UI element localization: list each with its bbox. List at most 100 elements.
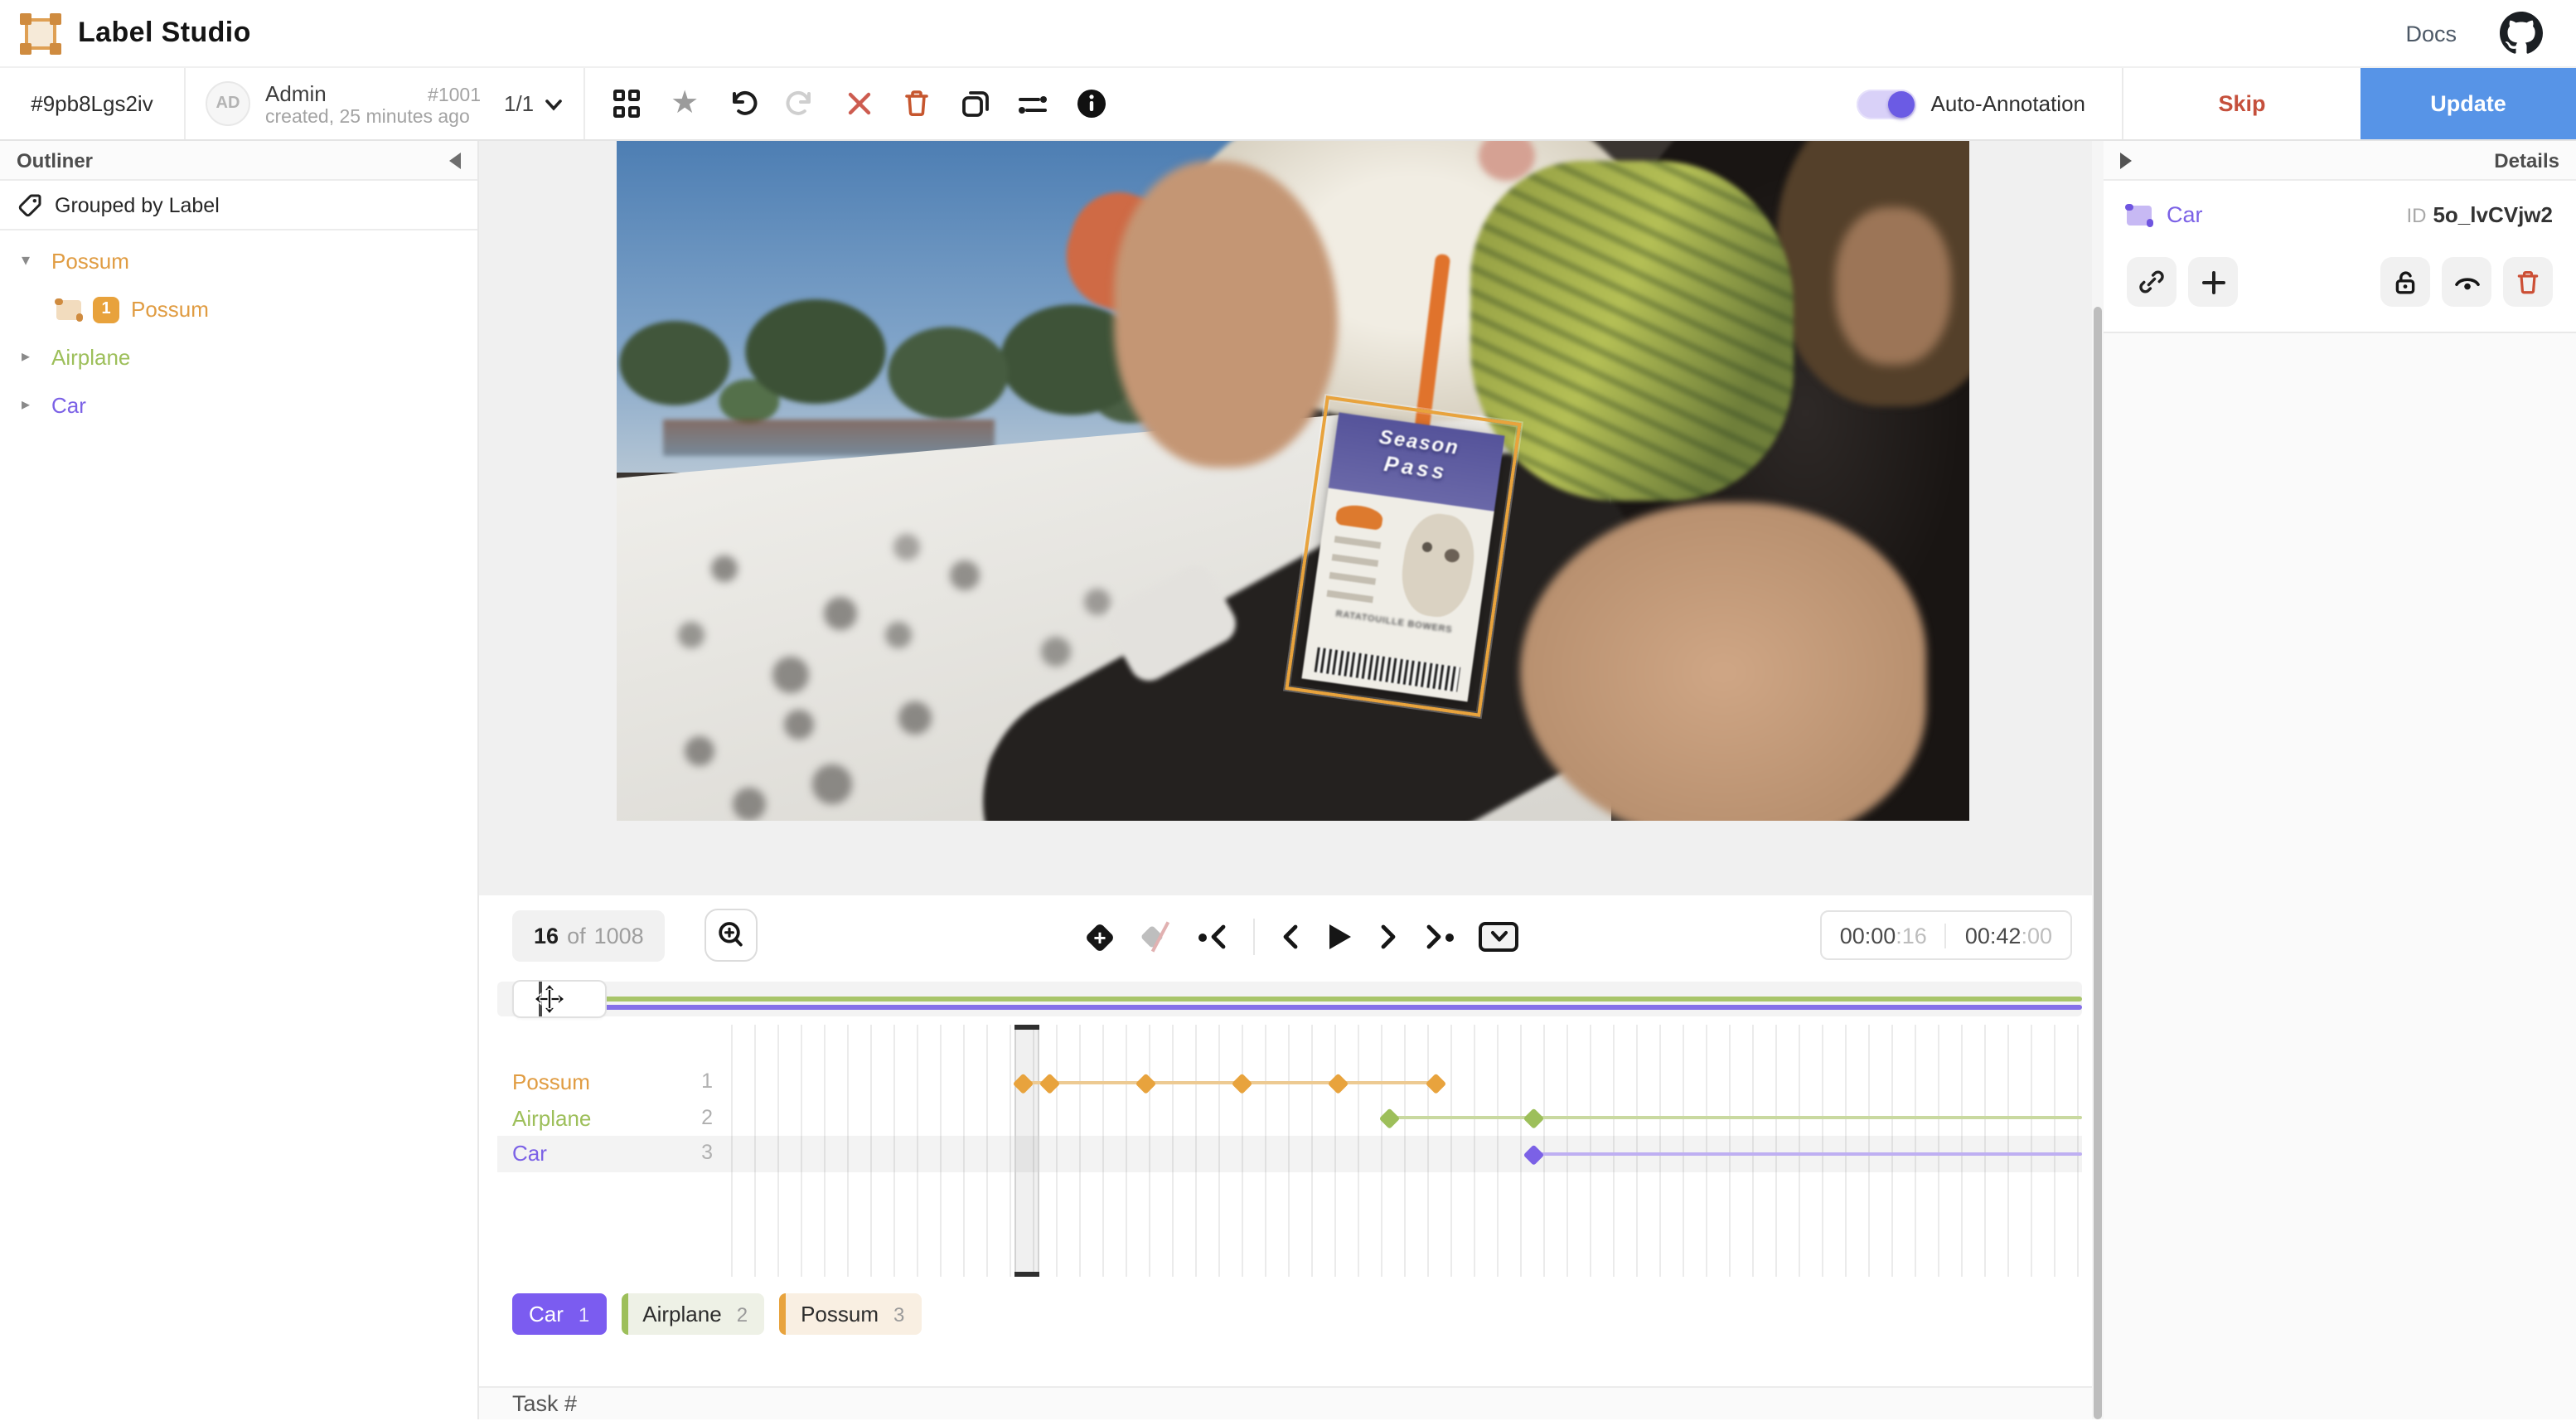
- prev-frame-button[interactable]: [1280, 922, 1301, 952]
- scrollbar-handle[interactable]: [2094, 307, 2102, 1419]
- annotation-selector[interactable]: AD Admin #1001 created, 25 minutes ago 1…: [186, 68, 585, 139]
- label-button-possum[interactable]: Possum 3: [779, 1293, 921, 1335]
- collapse-panel-icon[interactable]: [449, 152, 461, 168]
- label-studio-logo-icon: [20, 12, 61, 54]
- tree-region-possum[interactable]: 1 Possum: [0, 285, 477, 333]
- auto-annotation-control: Auto-Annotation: [1857, 68, 2085, 139]
- remove-keyframe-button-disabled[interactable]: [1140, 920, 1174, 953]
- close-icon: [845, 90, 873, 118]
- add-keyframe-button[interactable]: +: [1084, 921, 1116, 953]
- undo-icon: [726, 87, 759, 120]
- timeline-row-label-possum[interactable]: Possum: [512, 1069, 590, 1094]
- next-frame-button[interactable]: [1378, 922, 1399, 952]
- grid-icon: [613, 90, 641, 118]
- avatar: AD: [206, 81, 250, 126]
- selected-region-row[interactable]: Car ID 5o_lvCVjw2: [2127, 202, 2553, 227]
- tree-group-car[interactable]: ▸ Car: [0, 381, 477, 429]
- timeline-playhead[interactable]: [1014, 1025, 1039, 1277]
- chevron-left-icon: [1280, 922, 1301, 952]
- redo-button[interactable]: [782, 85, 819, 122]
- details-panel: Details Car ID 5o_lvCVjw2: [2104, 141, 2576, 1419]
- add-relation-button[interactable]: [2188, 257, 2238, 307]
- label-studio-app: Label Studio Docs #9pb8Lgs2iv AD Admin #…: [0, 0, 2576, 1421]
- timeline-row-label-airplane[interactable]: Airplane: [512, 1105, 591, 1130]
- link-region-button[interactable]: [2127, 257, 2177, 307]
- seek-span-car: [565, 1004, 2082, 1010]
- collapse-timeline-button[interactable]: [1479, 922, 1518, 952]
- delete-annotation-button[interactable]: [898, 85, 935, 122]
- chevron-left-icon: [1207, 922, 1228, 952]
- group-label: Car: [51, 393, 86, 418]
- region-id-value: 5o_lvCVjw2: [2433, 202, 2553, 227]
- video-snow-dots: [650, 531, 666, 547]
- copy-icon: [959, 88, 990, 119]
- region-label: Possum: [131, 297, 209, 322]
- expand-panel-icon[interactable]: [2120, 152, 2132, 168]
- duplicate-button[interactable]: [956, 85, 993, 122]
- app-header: Label Studio Docs: [0, 0, 2576, 66]
- outliner-panel: Outliner Grouped by Label ▾ Possum 1 Pos…: [0, 141, 479, 1419]
- github-icon[interactable]: [2500, 12, 2543, 55]
- chevron-right-icon: [1424, 922, 1445, 952]
- annotation-pager[interactable]: 1/1: [504, 91, 564, 116]
- task-id: #9pb8Lgs2iv: [0, 68, 186, 139]
- seek-bar[interactable]: [497, 982, 2082, 1016]
- current-time: 00:00:16: [1822, 923, 1945, 948]
- update-button[interactable]: Update: [2361, 68, 2576, 139]
- task-footer: Task #: [479, 1386, 2092, 1419]
- unlock-icon: [2392, 268, 2419, 296]
- chevron-right-icon: [1378, 922, 1399, 952]
- info-button[interactable]: [1073, 85, 1109, 122]
- grouping-selector[interactable]: Grouped by Label: [0, 181, 477, 230]
- sliders-icon: [1016, 89, 1049, 119]
- next-keyframe-button[interactable]: [1424, 922, 1454, 952]
- chevron-collapsed-icon[interactable]: ▸: [22, 348, 51, 366]
- task-number-label: Task #: [512, 1391, 577, 1416]
- docs-link[interactable]: Docs: [2405, 21, 2457, 46]
- video-frame[interactable]: Season Pass RATATOUILLE BOWERS: [617, 141, 1969, 821]
- tree-group-airplane[interactable]: ▸ Airplane: [0, 333, 477, 381]
- created-time: created, 25 minutes ago: [265, 107, 481, 127]
- tree-group-possum[interactable]: ▾ Possum: [0, 237, 477, 285]
- seek-span-airplane: [557, 997, 2082, 1001]
- label-button-car[interactable]: Car 1: [512, 1293, 606, 1335]
- hotkey-badge: 1: [579, 1302, 589, 1326]
- chevron-collapsed-icon[interactable]: ▸: [22, 396, 51, 415]
- timeline[interactable]: Possum 1 Airplane 2 Car 3: [497, 1025, 2082, 1277]
- vertical-scrollbar[interactable]: [2092, 141, 2104, 1419]
- ground-truth-button[interactable]: ★: [666, 85, 703, 122]
- lock-region-button[interactable]: [2380, 257, 2430, 307]
- hotkey-badge: 2: [737, 1302, 748, 1326]
- region-bounding-box[interactable]: [1285, 395, 1522, 717]
- trash-icon: [902, 88, 932, 119]
- delete-region-button[interactable]: [2503, 257, 2553, 307]
- annotation-workspace: Season Pass RATATOUILLE BOWERS 16: [479, 141, 2092, 1419]
- pager-count: 1/1: [504, 91, 534, 116]
- reset-button[interactable]: [840, 85, 877, 122]
- undo-button[interactable]: [724, 85, 761, 122]
- link-icon: [2138, 269, 2165, 295]
- region-label: Car: [2167, 202, 2203, 227]
- eye-icon: [2453, 269, 2481, 294]
- settings-button[interactable]: [1014, 85, 1051, 122]
- auto-annotation-label: Auto-Annotation: [1931, 91, 2085, 116]
- label-button-airplane[interactable]: Airplane 2: [621, 1293, 764, 1335]
- user-name: Admin: [265, 80, 327, 105]
- zoom-button[interactable]: [705, 909, 758, 962]
- content-row: Outliner Grouped by Label ▾ Possum 1 Pos…: [0, 141, 2576, 1419]
- keyframe-line-possum: [1023, 1081, 1436, 1084]
- skip-button[interactable]: Skip: [2122, 68, 2361, 139]
- view-all-button[interactable]: [608, 85, 645, 122]
- task-toolbar: #9pb8Lgs2iv AD Admin #1001 created, 25 m…: [0, 66, 2576, 141]
- play-button[interactable]: [1326, 922, 1353, 952]
- prev-keyframe-button[interactable]: [1198, 922, 1228, 952]
- auto-annotation-toggle[interactable]: [1857, 89, 1916, 119]
- timeline-row-label-car[interactable]: Car: [512, 1141, 547, 1166]
- hide-region-button[interactable]: [2442, 257, 2491, 307]
- player-controls: 16 of 1008 +: [512, 905, 2075, 972]
- regions-tree: ▾ Possum 1 Possum ▸ Airplane ▸ Car: [0, 230, 477, 429]
- trash-icon: [2515, 268, 2541, 296]
- chevron-expanded-icon[interactable]: ▾: [22, 252, 51, 270]
- bounding-box-icon: [56, 299, 81, 319]
- info-icon: [1075, 88, 1106, 119]
